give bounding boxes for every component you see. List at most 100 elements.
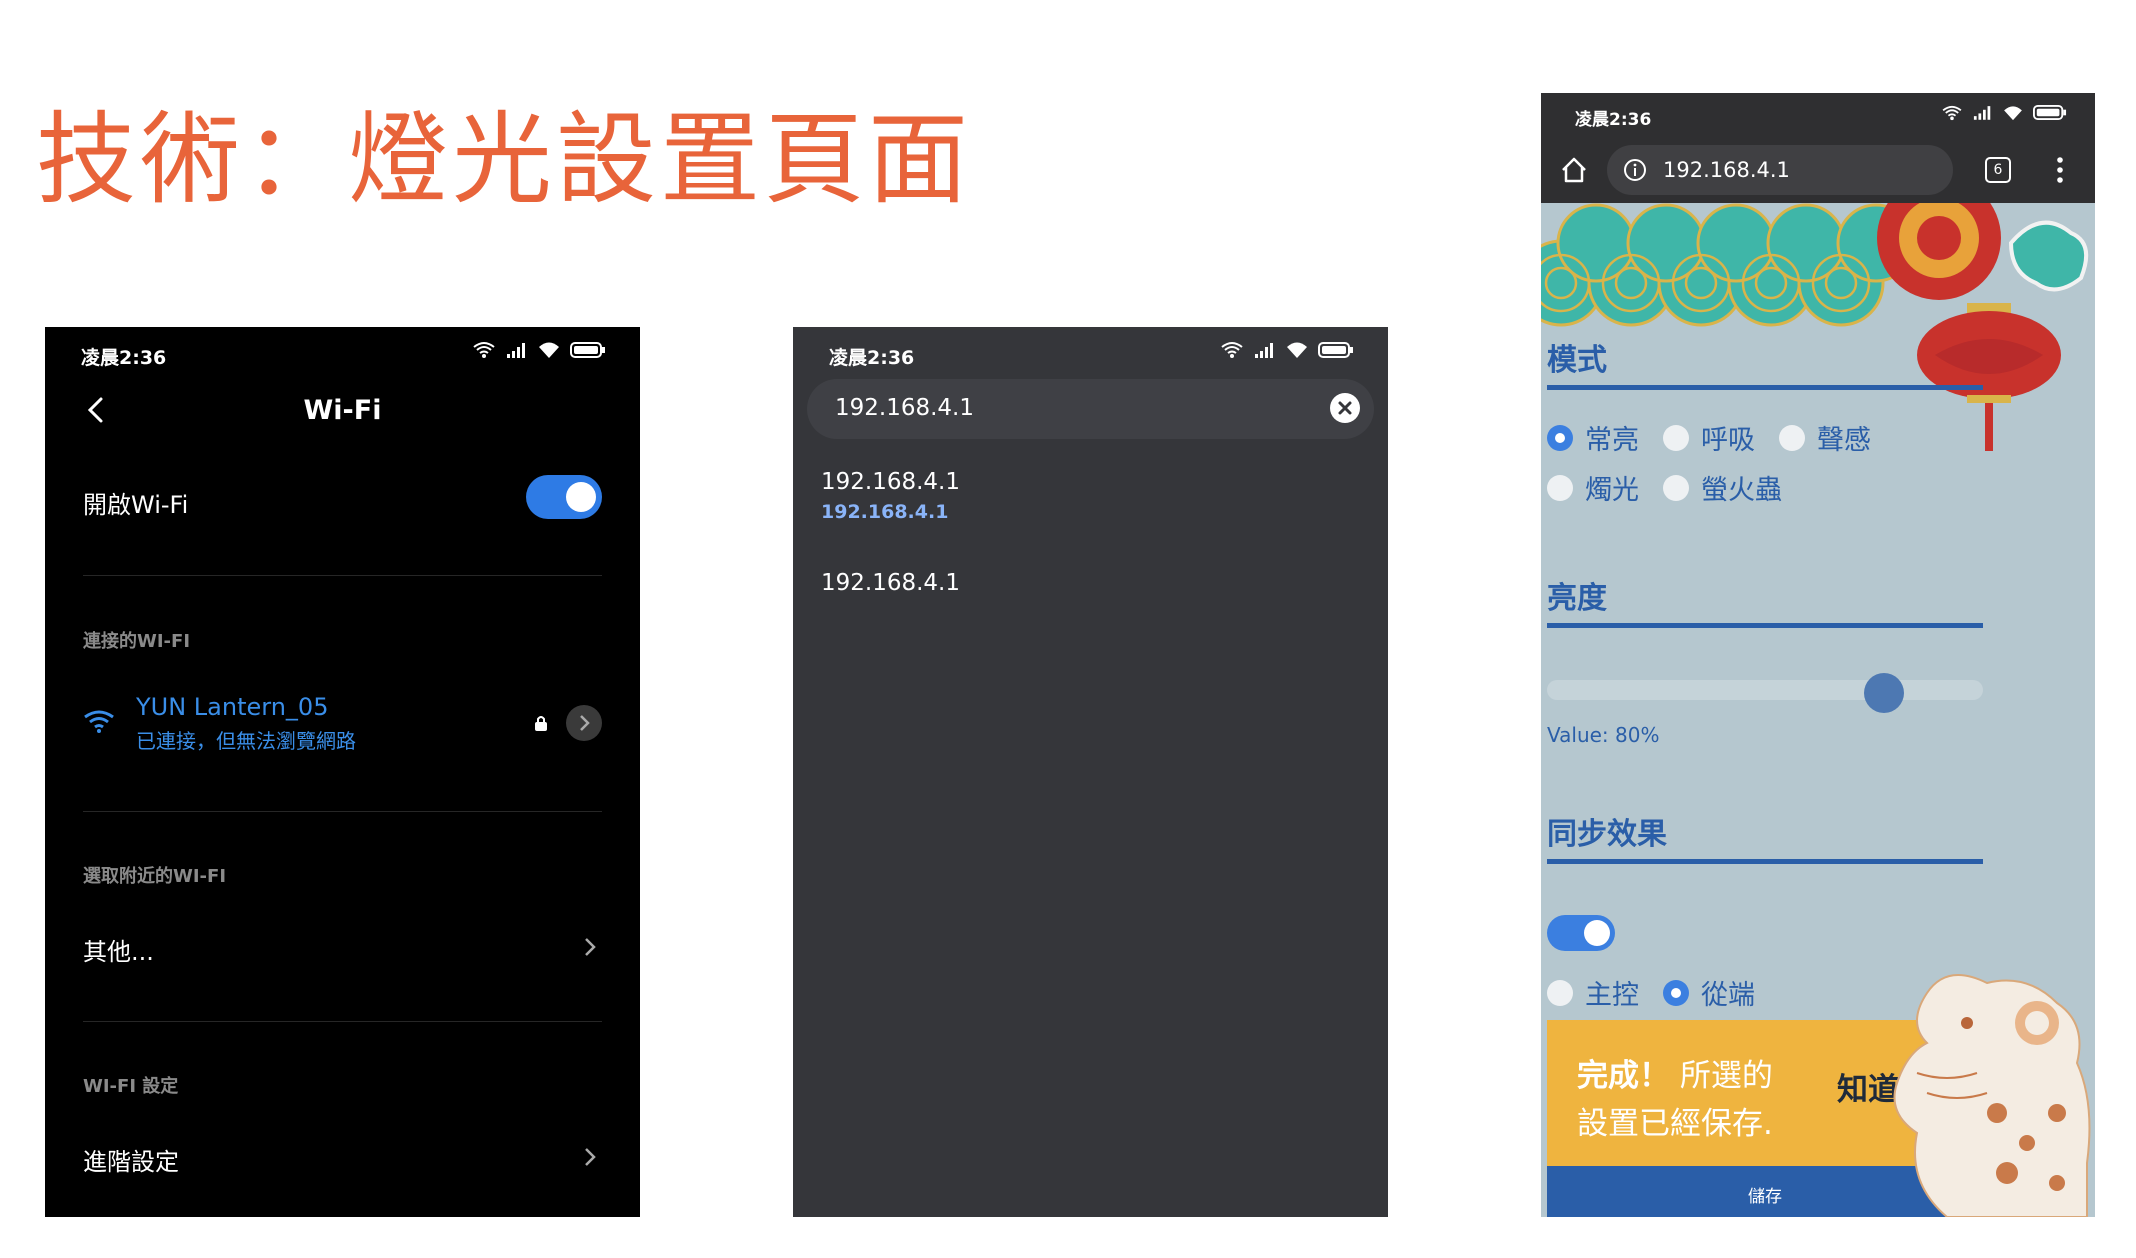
- mode-divider: [1547, 385, 1983, 390]
- radio-label: 呼吸: [1701, 425, 1755, 456]
- network-status: 已連接，但無法瀏覽網路: [136, 729, 356, 753]
- signal-icon: [1973, 106, 1991, 120]
- advanced-label: 進階設定: [83, 1148, 179, 1176]
- brightness-slider[interactable]: [1547, 680, 1983, 700]
- wifi-status-icon: [539, 342, 559, 358]
- role-options-row: 主控 從端: [1547, 973, 1755, 1012]
- brightness-divider: [1547, 623, 1983, 628]
- address-bar[interactable]: 192.168.4.1: [1607, 145, 1953, 195]
- radio-button[interactable]: [1547, 474, 1573, 501]
- close-icon: [1338, 401, 1352, 415]
- toast-message-line2: 設置已經保存.: [1577, 1106, 1773, 1142]
- hotspot-icon: [1221, 342, 1243, 358]
- signal-icon: [507, 343, 525, 358]
- radio-label: 主控: [1585, 980, 1639, 1011]
- suggestion-url: 192.168.4.1: [821, 501, 949, 523]
- radio-button[interactable]: [1663, 474, 1689, 501]
- divider: [83, 811, 602, 812]
- hotspot-icon: [1942, 105, 1962, 120]
- radio-button[interactable]: [1663, 979, 1689, 1006]
- radio-label: 聲感: [1817, 425, 1871, 456]
- section-connected: 連接的WI-FI: [83, 631, 191, 652]
- wifi-toggle[interactable]: [526, 475, 602, 519]
- tab-count-button[interactable]: 6: [1985, 157, 2011, 183]
- mode-option-steady[interactable]: 常亮: [1547, 418, 1639, 457]
- radio-label: 螢火蟲: [1701, 475, 1782, 506]
- chevron-right-icon: [580, 715, 590, 731]
- radio-label: 從端: [1701, 980, 1755, 1011]
- sync-toggle[interactable]: [1547, 915, 1615, 951]
- status-time: 凌晨2:36: [829, 347, 915, 369]
- more-menu-icon[interactable]: [2055, 155, 2065, 185]
- paper-cut-mouse-image: [1893, 974, 2091, 1217]
- mode-options-row: 常亮 呼吸 聲感: [1547, 418, 1871, 457]
- brightness-value-label: Value: 80%: [1547, 723, 1660, 747]
- other-network-row[interactable]: 其他...: [83, 932, 602, 967]
- other-label: 其他...: [83, 938, 154, 966]
- lantern-image: [1917, 303, 2061, 451]
- divider: [83, 575, 602, 576]
- browser-suggestions-screen: 凌晨2:36 192.168.4.1 192.168.4.1 192.168.4…: [793, 327, 1388, 1217]
- radio-label: 燭光: [1585, 475, 1639, 506]
- radio-button[interactable]: [1663, 424, 1689, 451]
- info-icon[interactable]: [1623, 158, 1647, 182]
- mode-option-sound[interactable]: 聲感: [1779, 418, 1871, 457]
- role-option-slave[interactable]: 從端: [1663, 973, 1755, 1012]
- enable-wifi-label: 開啟Wi-Fi: [83, 491, 189, 519]
- address-input[interactable]: 192.168.4.1: [807, 379, 1374, 439]
- radio-button[interactable]: [1779, 424, 1805, 451]
- battery-icon: [2033, 104, 2067, 121]
- sync-divider: [1547, 859, 1983, 864]
- brightness-heading: 亮度: [1547, 581, 1607, 616]
- role-option-master[interactable]: 主控: [1547, 973, 1639, 1012]
- status-bar: 凌晨2:36: [793, 327, 1388, 377]
- status-time: 凌晨2:36: [1575, 110, 1652, 130]
- suggestion-title: 192.168.4.1: [821, 469, 960, 495]
- divider: [83, 1021, 602, 1022]
- suggestion-title: 192.168.4.1: [821, 570, 960, 596]
- address-input-value[interactable]: 192.168.4.1: [835, 395, 974, 421]
- status-time: 凌晨2:36: [81, 347, 167, 369]
- brightness-slider-thumb[interactable]: [1863, 673, 1904, 713]
- suggestion-item[interactable]: 192.168.4.1 192.168.4.1: [821, 469, 960, 523]
- browser-toolbar: 192.168.4.1 6: [1541, 137, 2095, 203]
- wifi-status-icon: [1287, 342, 1307, 358]
- connected-network[interactable]: YUN Lantern_05 已連接，但無法瀏覽網路: [136, 693, 602, 754]
- home-icon[interactable]: [1559, 155, 1589, 185]
- toggle-knob: [1584, 920, 1610, 946]
- network-name: YUN Lantern_05: [136, 693, 329, 721]
- network-details-button[interactable]: [566, 705, 602, 741]
- chevron-right-icon: [585, 1148, 596, 1166]
- wifi-network-icon: [84, 710, 114, 733]
- chevron-right-icon: [585, 938, 596, 956]
- radio-button[interactable]: [1547, 979, 1573, 1006]
- toast-message: 完成！ 所選的: [1577, 1050, 1773, 1095]
- clear-button[interactable]: [1330, 393, 1360, 423]
- radio-button[interactable]: [1547, 424, 1573, 451]
- section-nearby: 選取附近的WI-FI: [83, 866, 227, 887]
- mode-option-firefly[interactable]: 螢火蟲: [1663, 468, 1782, 507]
- lock-icon: [535, 716, 547, 731]
- advanced-settings-row[interactable]: 進階設定: [83, 1142, 602, 1177]
- status-bar: 凌晨2:36: [45, 327, 640, 377]
- status-icons: [1941, 104, 2067, 121]
- status-icons: [1220, 341, 1354, 359]
- battery-icon: [570, 342, 605, 358]
- mode-option-candle[interactable]: 燭光: [1547, 468, 1639, 507]
- battery-icon: [1318, 342, 1353, 358]
- suggestion-item[interactable]: 192.168.4.1: [821, 570, 960, 596]
- page-title: Wi-Fi: [303, 395, 382, 426]
- toggle-knob: [566, 482, 596, 512]
- wifi-status-icon: [2004, 105, 2022, 120]
- mode-options-row: 燭光 螢火蟲: [1547, 468, 1782, 507]
- enable-wifi-row[interactable]: 開啟Wi-Fi: [83, 485, 602, 520]
- radio-label: 常亮: [1585, 425, 1639, 456]
- sync-heading: 同步效果: [1547, 817, 1667, 852]
- status-icons: [472, 341, 606, 359]
- mode-option-breathing[interactable]: 呼吸: [1663, 418, 1755, 457]
- toast-text: 所選的: [1670, 1058, 1773, 1094]
- wifi-settings-screen: 凌晨2:36 Wi-Fi 開啟Wi-Fi 連接的WI-FI YUN Lanter…: [45, 327, 640, 1217]
- hotspot-icon: [473, 342, 495, 358]
- status-bar: 凌晨2:36: [1541, 93, 2095, 137]
- toast-title: 完成！: [1577, 1058, 1670, 1094]
